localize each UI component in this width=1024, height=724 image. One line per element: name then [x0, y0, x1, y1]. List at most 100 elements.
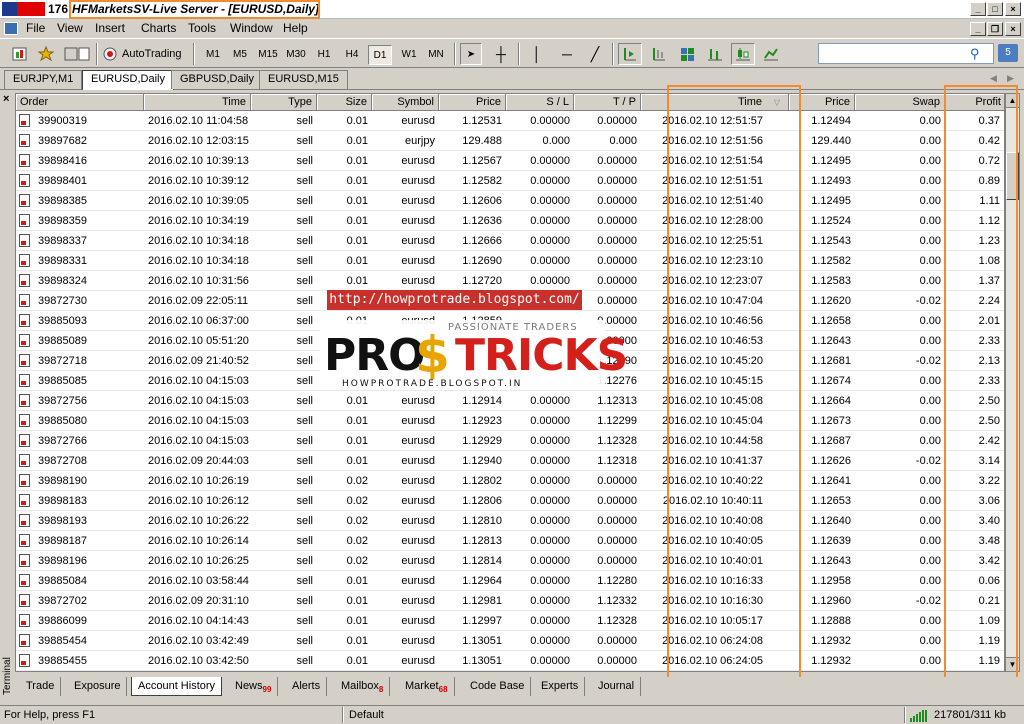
- table-row[interactable]: 39885093 2016.02.10 06:37:00 sell 0.01 eurus…: [16, 311, 1004, 331]
- vertical-line-icon[interactable]: │: [526, 43, 548, 65]
- mdi-restore-button[interactable]: ❐: [987, 22, 1003, 36]
- terminal-close-icon[interactable]: ×: [3, 93, 9, 105]
- search-icon[interactable]: ⚲: [970, 46, 980, 62]
- chart-tab-gbpusd-daily[interactable]: GBPUSD,Daily: [171, 70, 263, 89]
- table-row[interactable]: 39898324 2016.02.10 10:31:56 sell 0.01 eurus…: [16, 271, 1004, 291]
- mdi-close-button[interactable]: ×: [1005, 22, 1021, 36]
- table-row[interactable]: 39872730 2016.02.09 22:05:11 sell 0.01 eurus…: [16, 291, 1004, 311]
- crosshair-icon[interactable]: ┼: [490, 43, 512, 65]
- tab-trade[interactable]: Trade: [20, 677, 62, 696]
- table-row[interactable]: 39872702 2016.02.09 20:31:10 sell 0.01 eurus…: [16, 591, 1004, 611]
- tab-account-history[interactable]: Account History: [131, 677, 223, 696]
- table-row[interactable]: 39898385 2016.02.10 10:39:05 sell 0.01 eurus…: [16, 191, 1004, 211]
- menu-charts[interactable]: Charts: [141, 21, 176, 35]
- table-row[interactable]: 39898193 2016.02.10 10:26:22 sell 0.02 eurus…: [16, 511, 1004, 531]
- table-row[interactable]: 39898190 2016.02.10 10:26:19 sell 0.02 eurus…: [16, 471, 1004, 491]
- timeframe-m30[interactable]: M30: [284, 45, 308, 65]
- table-row[interactable]: 39898359 2016.02.10 10:34:19 sell 0.01 eurus…: [16, 211, 1004, 231]
- table-row[interactable]: 39898183 2016.02.10 10:26:12 sell 0.02 eurus…: [16, 491, 1004, 511]
- table-row[interactable]: 39886099 2016.02.10 04:14:43 sell 0.01 eurus…: [16, 611, 1004, 631]
- table-row[interactable]: 39885455 2016.02.10 03:42:50 sell 0.01 eurus…: [16, 651, 1004, 671]
- bar-chart-icon[interactable]: [703, 43, 727, 65]
- table-row[interactable]: 39885454 2016.02.10 03:42:49 sell 0.01 eurus…: [16, 631, 1004, 651]
- menu-view[interactable]: View: [57, 21, 83, 35]
- chat-icon[interactable]: 5: [998, 44, 1018, 62]
- search-input[interactable]: [818, 43, 994, 64]
- table-row[interactable]: 39898337 2016.02.10 10:34:18 sell 0.01 eurus…: [16, 231, 1004, 251]
- col-swap[interactable]: Swap: [855, 94, 945, 111]
- tab-mailbox[interactable]: Mailbox8: [335, 677, 391, 696]
- table-row[interactable]: 39872766 2016.02.10 04:15:03 sell 0.01 eurus…: [16, 431, 1004, 451]
- menu-file[interactable]: File: [26, 21, 45, 35]
- table-row[interactable]: 39900319 2016.02.10 11:04:58 sell 0.01 eurus…: [16, 111, 1004, 131]
- scroll-thumb[interactable]: [1006, 152, 1019, 200]
- col-symbol[interactable]: Symbol: [372, 94, 439, 111]
- tab-alerts[interactable]: Alerts: [286, 677, 328, 696]
- col-size[interactable]: Size: [317, 94, 372, 111]
- chart-tab-eurjpy-m1[interactable]: EURJPY,M1: [4, 70, 83, 89]
- line-chart-icon[interactable]: [759, 43, 783, 65]
- timeframe-h4[interactable]: H4: [340, 45, 364, 65]
- new-chart-icon[interactable]: [10, 43, 30, 65]
- autoscroll-icon[interactable]: [647, 43, 671, 65]
- market-watch-icon[interactable]: [62, 43, 92, 65]
- col-sl[interactable]: S / L: [506, 94, 574, 111]
- col-open-price[interactable]: Price: [439, 94, 506, 111]
- cursor-icon[interactable]: ➤: [460, 43, 482, 65]
- menu-help[interactable]: Help: [283, 21, 308, 35]
- table-row[interactable]: 39897682 2016.02.10 12:03:15 sell 0.01 eurjp…: [16, 131, 1004, 151]
- table-row[interactable]: 39872718 2016.02.09 21:40:52 sell 1.12290 20…: [16, 351, 1004, 371]
- timeframe-m1[interactable]: M1: [201, 45, 225, 65]
- menu-insert[interactable]: Insert: [95, 21, 125, 35]
- timeframe-h1[interactable]: H1: [312, 45, 336, 65]
- timeframe-m5[interactable]: M5: [228, 45, 252, 65]
- horizontal-line-icon[interactable]: ─: [556, 43, 578, 65]
- tab-scroll-left-icon[interactable]: ◀: [990, 73, 997, 84]
- timeframe-m15[interactable]: M15: [256, 45, 280, 65]
- close-button[interactable]: ×: [1005, 2, 1021, 16]
- table-row[interactable]: 39898401 2016.02.10 10:39:12 sell 0.01 eurus…: [16, 171, 1004, 191]
- tab-market[interactable]: Market68: [399, 677, 455, 696]
- timeframe-w1[interactable]: W1: [397, 45, 421, 65]
- scroll-down-icon[interactable]: ▼: [1006, 657, 1019, 671]
- col-close-time[interactable]: Time ▽: [641, 94, 789, 111]
- chart-tab-eurusd-daily[interactable]: EURUSD,Daily: [82, 70, 174, 90]
- tab-experts[interactable]: Experts: [535, 677, 586, 696]
- maximize-button[interactable]: □: [987, 2, 1003, 16]
- table-row[interactable]: 39885080 2016.02.10 04:15:03 sell 0.01 eurus…: [16, 411, 1004, 431]
- tab-journal[interactable]: Journal: [592, 677, 642, 696]
- candlestick-icon[interactable]: [731, 43, 755, 65]
- col-open-time[interactable]: Time: [144, 94, 251, 111]
- vertical-scrollbar[interactable]: ▲ ▼: [1005, 93, 1020, 672]
- col-tp[interactable]: T / P: [574, 94, 641, 111]
- tab-code-base[interactable]: Code Base: [464, 677, 532, 696]
- table-row[interactable]: 39898187 2016.02.10 10:26:14 sell 0.02 eurus…: [16, 531, 1004, 551]
- tile-windows-icon[interactable]: [675, 43, 699, 65]
- tab-exposure[interactable]: Exposure: [68, 677, 128, 696]
- menu-window[interactable]: Window: [230, 21, 273, 35]
- col-type[interactable]: Type: [251, 94, 317, 111]
- timeframe-d1[interactable]: D1: [368, 45, 392, 65]
- col-close-price[interactable]: Price: [789, 94, 855, 111]
- col-order[interactable]: Order: [16, 94, 144, 111]
- tab-news[interactable]: News99: [229, 677, 279, 696]
- table-row[interactable]: 39885084 2016.02.10 03:58:44 sell 0.01 eurus…: [16, 571, 1004, 591]
- table-row[interactable]: 39885085 2016.02.10 04:15:03 sell 1.12276 20…: [16, 371, 1004, 391]
- mdi-minimize-button[interactable]: _: [970, 22, 986, 36]
- scroll-up-icon[interactable]: ▲: [1006, 94, 1019, 108]
- table-row[interactable]: 39898331 2016.02.10 10:34:18 sell 0.01 eurus…: [16, 251, 1004, 271]
- menu-tools[interactable]: Tools: [188, 21, 216, 35]
- document-icon[interactable]: [4, 22, 18, 35]
- timeframe-mn[interactable]: MN: [424, 45, 448, 65]
- chart-tab-eurusd-m15[interactable]: EURUSD,M15: [259, 70, 348, 89]
- table-row[interactable]: 39898196 2016.02.10 10:26:25 sell 0.02 eurus…: [16, 551, 1004, 571]
- autotrading-button[interactable]: AutoTrading: [102, 43, 188, 65]
- profiles-icon[interactable]: [36, 43, 56, 65]
- tab-scroll-right-icon[interactable]: ▶: [1007, 73, 1014, 84]
- table-row[interactable]: 39872708 2016.02.09 20:44:03 sell 0.01 eurus…: [16, 451, 1004, 471]
- table-row[interactable]: 39898416 2016.02.10 10:39:13 sell 0.01 eurus…: [16, 151, 1004, 171]
- table-row[interactable]: 39872756 2016.02.10 04:15:03 sell 0.01 eurus…: [16, 391, 1004, 411]
- minimize-button[interactable]: _: [970, 2, 986, 16]
- col-profit[interactable]: Profit: [945, 94, 1004, 111]
- chart-shift-icon[interactable]: [618, 43, 642, 65]
